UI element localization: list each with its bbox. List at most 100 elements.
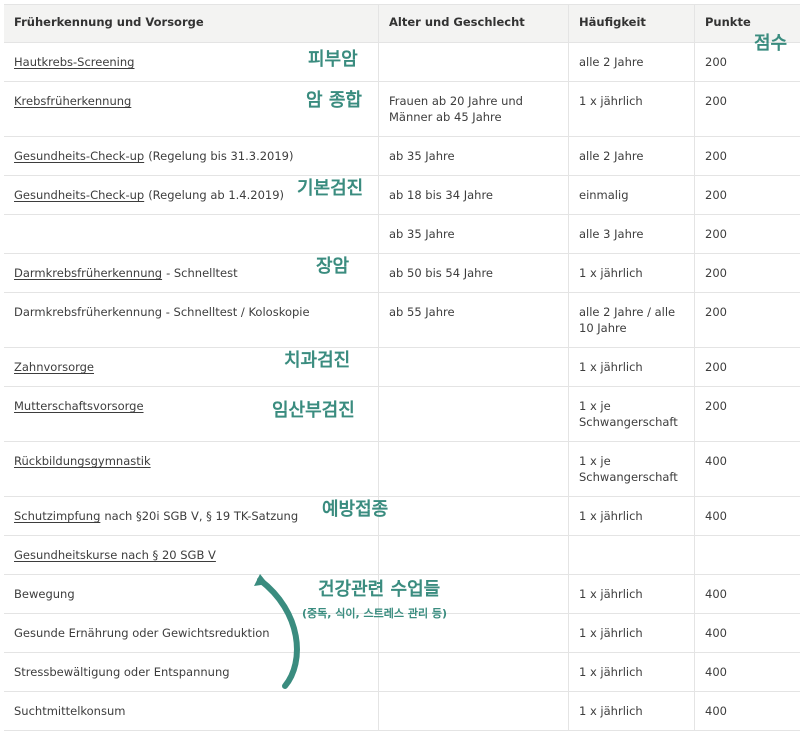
cell-offer: Darmkrebsfrüherkennung - Schnelltest 장암: [4, 254, 379, 292]
cell-points: 200: [705, 360, 727, 374]
cell-frequency: alle 2 Jahre: [569, 137, 695, 175]
offer-link[interactable]: Mutterschaftsvorsorge: [14, 399, 144, 413]
offer-link[interactable]: Schutzimpfung: [14, 509, 100, 523]
offer-extra: (Regelung bis 31.3.2019): [148, 149, 294, 163]
annotation-note: 암 종합: [306, 90, 362, 111]
cell-age: ab 35 Jahre: [379, 137, 569, 175]
cell-points: 200: [705, 94, 727, 108]
table-row: Mutterschaftsvorsorge 임산부검진 1 x je Schwang…: [4, 387, 800, 442]
cell-age: ab 35 Jahre: [379, 215, 569, 253]
annotation-note: 피부암: [308, 49, 358, 70]
table-row: Stressbewältigung oder Entspannung 1 x jä…: [4, 653, 800, 692]
cell-offer: Schutzimpfung nach §20i SGB V, § 19 TK-Sa…: [4, 497, 388, 535]
cell-frequency: 1 x jährlich: [569, 497, 695, 535]
cell-age: ab 55 Jahre: [379, 293, 569, 347]
cell-frequency: [569, 536, 695, 574]
cell-offer: Gesundheits-Check-up (Regelung bis 31.3.2…: [4, 137, 379, 175]
table-body: Hautkrebs-Screening 피부암 alle 2 Jahre 200 Kre…: [4, 43, 800, 731]
offer-link[interactable]: Hautkrebs-Screening: [14, 55, 134, 69]
cell-age: [379, 497, 569, 535]
offer-link[interactable]: Rückbildungsgymnastik: [14, 454, 151, 468]
table-header: Früherkennung und Vorsorge Alter und Ges…: [4, 4, 800, 43]
offer-link[interactable]: Gesundheits-Check-up: [14, 188, 144, 202]
annotation-note: 기본검진: [297, 178, 364, 199]
table-row: Suchtmittelkonsum 1 x jährlich 400: [4, 692, 800, 731]
cell-frequency: 1 x jährlich: [569, 254, 695, 292]
cell-offer: Suchtmittelkonsum: [4, 692, 379, 730]
cell-age: Frauen ab 20 Jahre und Männer ab 45 Jahr…: [379, 82, 569, 136]
cell-age: [379, 43, 569, 81]
courses-note: 건강관련 수업들: [318, 579, 441, 600]
table-row: Gesundheitskurse nach § 20 SGB V: [4, 536, 800, 575]
cell-points: 400: [705, 626, 727, 640]
cell-offer: Rückbildungsgymnastik: [4, 442, 379, 496]
cell-offer: Krebsfrüherkennung 암 종합: [4, 82, 379, 136]
table-row: Zahnvorsorge 치과검진 1 x jährlich 200: [4, 348, 800, 387]
cell-offer: Gesundheits-Check-up (Regelung ab 1.4.201…: [4, 176, 379, 214]
table-row: Darmkrebsfrüherkennung - Schnelltest 장암 ab …: [4, 254, 800, 293]
offer-link[interactable]: Zahnvorsorge: [14, 360, 94, 374]
offer-link[interactable]: Krebsfrüherkennung: [14, 94, 131, 108]
cell-frequency: 1 x jährlich: [569, 82, 695, 136]
annotation-note: 예방접종: [322, 499, 389, 520]
cell-points: 200: [705, 188, 727, 202]
offer-extra: nach §20i SGB V, § 19 TK-Satzung: [104, 509, 299, 523]
prevention-table: Früherkennung und Vorsorge Alter und Ges…: [4, 4, 800, 731]
cell-points: 400: [705, 454, 727, 468]
table-row: Rückbildungsgymnastik 1 x je Schwangersch…: [4, 442, 800, 497]
curved-arrow-icon: [254, 574, 300, 689]
offer-link[interactable]: Gesundheits-Check-up: [14, 149, 144, 163]
cell-points: 400: [705, 665, 727, 679]
offer-link[interactable]: Darmkrebsfrüherkennung: [14, 266, 162, 280]
header-col2: Alter und Geschlecht: [379, 5, 569, 42]
cell-age: [379, 536, 569, 574]
offer-link[interactable]: Gesundheitskurse nach § 20 SGB V: [14, 548, 216, 562]
offer-label: Stressbewältigung oder Entspannung: [14, 665, 230, 679]
cell-points: 400: [705, 704, 727, 718]
offer-extra: (Regelung ab 1.4.2019): [148, 188, 285, 202]
table-row: Darmkrebsfrüherkennung - Schnelltest / K…: [4, 293, 800, 348]
annotation-note: 장암: [316, 256, 350, 277]
cell-age: [379, 442, 569, 496]
cell-age: [379, 387, 569, 441]
cell-frequency: 1 x jährlich: [569, 653, 695, 691]
cell-points: 200: [705, 227, 727, 241]
cell-age: [379, 653, 569, 691]
cell-offer: Stressbewältigung oder Entspannung: [4, 653, 379, 691]
cell-offer: [4, 215, 379, 253]
table-row: Gesundheits-Check-up (Regelung ab 1.4.201…: [4, 176, 800, 215]
cell-frequency: 1 x jährlich: [569, 614, 695, 652]
cell-frequency: 1 x jährlich: [569, 348, 695, 386]
cell-age: ab 18 bis 34 Jahre: [379, 176, 569, 214]
cell-age: [379, 692, 569, 730]
cell-points: 200: [705, 305, 727, 319]
annotation-note: 치과검진: [284, 350, 351, 371]
cell-frequency: alle 2 Jahre / alle 10 Jahre: [569, 293, 695, 347]
cell-offer: Gesundheitskurse nach § 20 SGB V: [4, 536, 379, 574]
cell-frequency: 1 x je Schwangerschaft: [569, 442, 695, 496]
cell-points: 200: [705, 149, 727, 163]
cell-points: 200: [705, 266, 727, 280]
offer-label: Suchtmittelkonsum: [14, 704, 126, 718]
cell-frequency: einmalig: [569, 176, 695, 214]
points-note: 점수: [754, 33, 788, 54]
table-row: Hautkrebs-Screening 피부암 alle 2 Jahre 200: [4, 43, 800, 82]
cell-offer: Zahnvorsorge 치과검진: [4, 348, 379, 386]
courses-subnote: (중독, 식이, 스트레스 관리 등): [302, 607, 448, 620]
cell-frequency: 1 x je Schwangerschaft: [569, 387, 695, 441]
cell-offer: Hautkrebs-Screening 피부암: [4, 43, 379, 81]
cell-points: 400: [705, 587, 727, 601]
offer-extra: - Schnelltest: [166, 266, 238, 280]
cell-frequency: alle 2 Jahre: [569, 43, 695, 81]
cell-offer: Mutterschaftsvorsorge 임산부검진: [4, 387, 379, 441]
cell-frequency: 1 x jährlich: [569, 692, 695, 730]
table-row: Schutzimpfung nach §20i SGB V, § 19 TK-Sa…: [4, 497, 800, 536]
cell-age: [379, 348, 569, 386]
cell-points: [695, 536, 800, 574]
offer-label: Darmkrebsfrüherkennung - Schnelltest / K…: [14, 305, 310, 319]
offer-label: Bewegung: [14, 587, 75, 601]
header-col3: Häufigkeit: [569, 5, 695, 42]
cell-frequency: alle 3 Jahre: [569, 215, 695, 253]
cell-offer: Darmkrebsfrüherkennung - Schnelltest / K…: [4, 293, 379, 347]
table-row: Gesundheits-Check-up (Regelung bis 31.3.2…: [4, 137, 800, 176]
